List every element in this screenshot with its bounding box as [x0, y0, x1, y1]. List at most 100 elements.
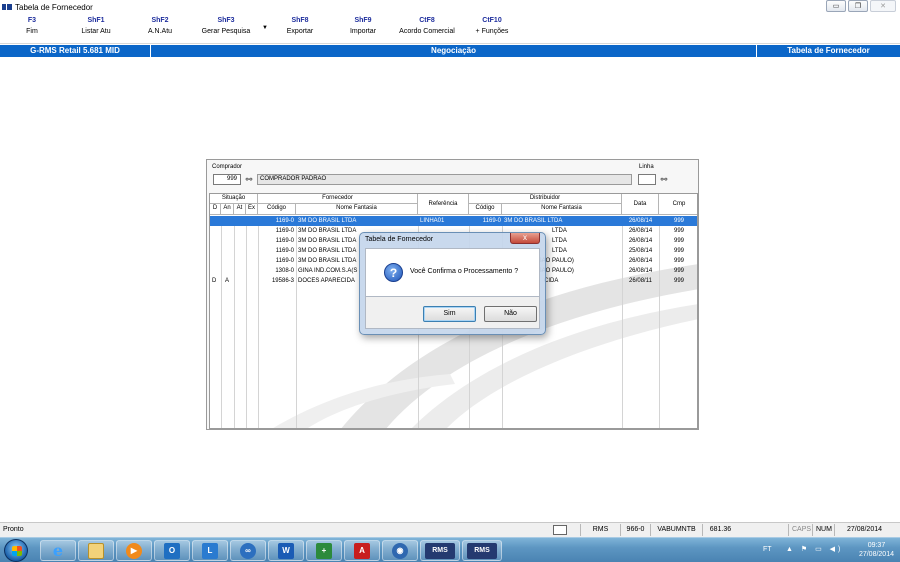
header-dist-codigo[interactable]: Código: [469, 204, 502, 215]
cell-codigo: 1169-0: [275, 218, 294, 224]
toolbar-key: CtF10: [482, 17, 502, 24]
app-icon: [2, 4, 12, 10]
toolbar-key: ShF3: [217, 17, 235, 24]
cell-dist-codigo: 1169-0: [482, 218, 501, 224]
tray-icons[interactable]: ▲ ⚑ ▭ ◀): [786, 545, 843, 553]
dropdown-arrow-icon[interactable]: ▼: [262, 25, 268, 31]
taskbar-rms-1[interactable]: RMS: [420, 540, 460, 561]
header-d[interactable]: D: [210, 204, 221, 215]
function-toolbar: F3 Fim ShF1 Listar Atu ShF2 A.N.Atu ShF3…: [0, 14, 900, 44]
cell-referencia: LINHA01: [420, 218, 445, 224]
header-fornecedor: Fornecedor: [258, 194, 418, 204]
restore-button[interactable]: ❐: [848, 0, 868, 12]
taskbar-explorer[interactable]: [78, 540, 114, 561]
toolbar-exportar[interactable]: ShF8 Exportar: [280, 17, 320, 35]
binoculars-icon[interactable]: ⚯: [657, 174, 671, 185]
media-player-icon: ▶: [126, 542, 142, 559]
cell-data: 25/08/14: [628, 248, 653, 254]
toolbar-label: Fim: [26, 28, 38, 35]
status-system: RMS: [580, 524, 620, 536]
question-icon: ?: [384, 263, 403, 282]
toolbar-gerar-pesquisa[interactable]: ShF3 Gerar Pesquisa ▼: [198, 17, 268, 35]
globe-icon: ◉: [392, 542, 408, 559]
linha-input[interactable]: [638, 174, 656, 185]
cell-dist-nome: 3M DO BRASIL LTDA: [504, 218, 563, 224]
dialog-close-button[interactable]: x: [510, 233, 540, 244]
header-dist-nome[interactable]: Nome Fantasia: [502, 204, 622, 215]
header-situacao: Situação: [210, 194, 258, 204]
taskbar-word[interactable]: W: [268, 540, 304, 561]
cell-data: 26/08/14: [628, 268, 653, 274]
header-distribuidor: Distribuidor: [469, 194, 622, 204]
header-codigo[interactable]: Código: [258, 204, 296, 215]
taskbar-meeting[interactable]: ∞: [230, 540, 266, 561]
language-indicator[interactable]: FT: [763, 546, 772, 553]
cell-codigo: 19586-3: [271, 278, 294, 284]
toolbar-label: Gerar Pesquisa: [201, 28, 251, 35]
toolbar-label: Importar: [349, 28, 377, 35]
cell-data: 26/08/14: [628, 258, 653, 264]
word-icon: W: [278, 542, 294, 559]
add-app-icon: +: [316, 542, 332, 559]
table-row[interactable]: 1169-0 3M DO BRASIL LTDA LINHA01 1169-0 …: [210, 216, 697, 226]
close-window-button[interactable]: ✕: [870, 0, 896, 12]
toolbar-mais-funcoes[interactable]: CtF10 + Funções: [472, 17, 512, 35]
cell-codigo: 1169-0: [275, 258, 294, 264]
pdf-icon: A: [354, 542, 370, 559]
taskbar-outlook[interactable]: O: [154, 540, 190, 561]
cell-cmp: 999: [673, 238, 684, 244]
cell-codigo: 1169-0: [275, 228, 294, 234]
taskbar-rms-2[interactable]: RMS: [462, 540, 502, 561]
dialog-title: Tabela de Fornecedor: [365, 236, 434, 243]
linha-label: Linha: [639, 164, 654, 170]
taskbar-network[interactable]: ◉: [382, 540, 418, 561]
taskbar-ie[interactable]: e: [40, 540, 76, 561]
toolbar-key: ShF8: [291, 17, 309, 24]
toolbar-listar-atu[interactable]: ShF1 Listar Atu: [74, 17, 118, 35]
cell-an: A: [225, 278, 230, 284]
taskbar-acrobat[interactable]: A: [344, 540, 380, 561]
header-referencia[interactable]: Referência: [418, 194, 469, 215]
comprador-code-input[interactable]: 999: [213, 174, 241, 185]
cell-cmp: 999: [673, 278, 684, 284]
status-user: VABUMNTB: [650, 524, 702, 536]
toolbar-key: ShF2: [151, 17, 169, 24]
yes-button[interactable]: Sim: [423, 306, 476, 322]
header-cmp[interactable]: Cmp: [659, 194, 697, 215]
toolbar-key: CtF8: [419, 17, 435, 24]
toolbar-an-atu[interactable]: ShF2 A.N.Atu: [138, 17, 182, 35]
document-icon: [553, 525, 567, 535]
cell-cmp: 999: [673, 248, 684, 254]
cell-nome: 3M DO BRASIL LTDA: [298, 218, 357, 224]
dialog-footer: Sim Não: [365, 297, 540, 329]
taskbar-app[interactable]: +: [306, 540, 342, 561]
ie-icon: e: [52, 541, 64, 560]
minimize-button[interactable]: ▭: [826, 0, 846, 12]
toolbar-fim[interactable]: F3 Fim: [16, 17, 48, 35]
toolbar-importar[interactable]: ShF9 Importar: [342, 17, 384, 35]
binoculars-icon[interactable]: ⚯: [242, 174, 256, 185]
rms-icon: RMS: [425, 542, 455, 559]
header-at[interactable]: At: [234, 204, 246, 215]
windows-taskbar: e ▶ O L ∞ W + A ◉ RMS RMS FT ▲ ⚑ ▭ ◀) 09…: [0, 537, 900, 562]
header-an[interactable]: An: [221, 204, 234, 215]
taskbar-lync[interactable]: L: [192, 540, 228, 561]
no-button[interactable]: Não: [484, 306, 537, 322]
outlook-icon: O: [164, 542, 180, 559]
status-text: Pronto: [3, 526, 24, 533]
header-nome-fantasia[interactable]: Nome Fantasia: [296, 204, 418, 215]
start-button[interactable]: [4, 539, 28, 562]
taskbar-media[interactable]: ▶: [116, 540, 152, 561]
clock[interactable]: 09:37 27/08/2014: [859, 541, 894, 559]
lync-icon: L: [202, 542, 218, 559]
window-controls: ▭ ❐ ✕: [826, 0, 896, 12]
header-ex[interactable]: Ex: [246, 204, 258, 215]
cell-cmp: 999: [673, 218, 684, 224]
status-bar: Pronto RMS 966-0 VABUMNTB 681.36 v5 CAPS…: [0, 522, 900, 545]
cell-codigo: 1169-0: [275, 248, 294, 254]
header-data[interactable]: Data: [622, 194, 659, 215]
status-caps: CAPS: [788, 524, 812, 536]
toolbar-acordo-comercial[interactable]: CtF8 Acordo Comercial: [394, 17, 460, 35]
cell-cmp: 999: [673, 258, 684, 264]
rms-icon: RMS: [467, 542, 497, 559]
